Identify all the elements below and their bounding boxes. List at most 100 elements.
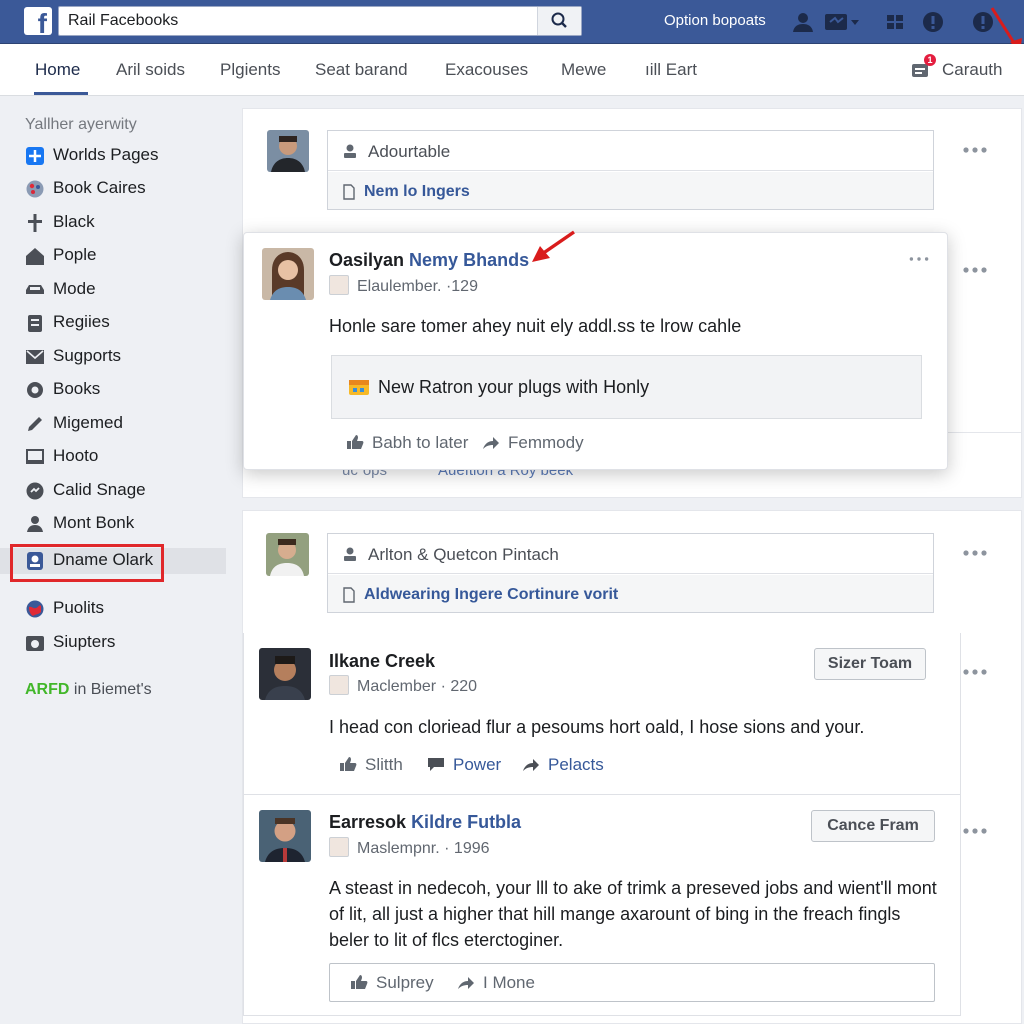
like-button[interactable]: Sulprey: [350, 973, 434, 993]
notifications-button[interactable]: 1 Carauth: [910, 54, 1010, 82]
sidebar-item-label: Books: [53, 379, 101, 398]
more-options-icon[interactable]: [962, 668, 988, 676]
top-link[interactable]: Option bopoats: [664, 12, 766, 29]
tab-seat-barand[interactable]: Seat barand: [315, 60, 408, 80]
grid-icon[interactable]: [883, 10, 907, 34]
sidebar-footer[interactable]: ARFD in Biemet's: [25, 681, 152, 699]
help-icon[interactable]: [921, 10, 945, 34]
avatar[interactable]: [266, 533, 309, 576]
footer-brand: ARFD: [25, 681, 70, 698]
like-button[interactable]: Slitth: [339, 755, 403, 775]
clipboard-icon: [28, 315, 42, 332]
document-icon: [343, 587, 355, 603]
tab-ill-eart[interactable]: ıill Eart: [645, 60, 697, 80]
tab-home[interactable]: Home: [35, 60, 80, 80]
sidebar-item-black[interactable]: Black: [0, 210, 226, 236]
composer-box[interactable]: Adourtable Nem lo Ingers: [327, 130, 934, 210]
sidebar-item-label: Mont Bonk: [53, 513, 135, 532]
sidebar-item-regiies[interactable]: Regiies: [0, 310, 226, 336]
avatar[interactable]: [259, 648, 311, 700]
messages-icon[interactable]: [823, 10, 861, 34]
search-icon: [551, 12, 567, 28]
sidebar-item-label: Calid Snage: [53, 480, 146, 499]
sidebar-item-mode[interactable]: Mode: [0, 277, 226, 303]
sidebar-item-books[interactable]: Books: [0, 377, 226, 403]
more-options-icon[interactable]: [962, 146, 988, 154]
monitor-icon: [26, 449, 44, 464]
footer-text: in Biemet's: [69, 681, 152, 698]
attachment-card[interactable]: New Ratron your plugs with Honly: [331, 355, 922, 419]
composer-placeholder: Adourtable: [368, 142, 451, 161]
composer-option[interactable]: Aldwearing Ingere Cortinure vorit: [328, 575, 933, 612]
sidebar-item-hooto[interactable]: Hooto: [0, 444, 226, 470]
car-icon: [26, 285, 44, 294]
avatar-image: [262, 248, 314, 300]
notifications-label: Carauth: [942, 60, 1003, 79]
facebook-logo[interactable]: f: [24, 7, 52, 35]
tab-exacouses[interactable]: Exacouses: [445, 60, 528, 80]
sidebar-item-dname-olark[interactable]: Dname Olark: [0, 544, 226, 582]
tab-mewe[interactable]: Mewe: [561, 60, 606, 80]
share-icon: [458, 977, 474, 989]
post-card: Oasilyan Nemy Bhands Elaulember. ·129 Ho…: [243, 232, 948, 470]
friends-icon[interactable]: [791, 10, 815, 34]
pencil-icon: [28, 417, 42, 431]
share-button[interactable]: Pelacts: [522, 755, 604, 775]
sidebar-item-puolits[interactable]: Puolits: [0, 596, 226, 622]
flag-icon: [26, 147, 44, 165]
composer-box[interactable]: Arlton & Quetcon Pintach Aldwearing Inge…: [327, 533, 934, 613]
post-author[interactable]: Oasilyan Nemy Bhands: [329, 250, 529, 271]
person-icon: [27, 516, 43, 532]
avatar-image: [266, 533, 309, 576]
sizer-toam-button[interactable]: Sizer Toam: [814, 648, 926, 680]
sidebar-item-book-caires[interactable]: Book Caires: [0, 176, 226, 202]
sidebar-item-mont-bonk[interactable]: Mont Bonk: [0, 511, 226, 537]
cance-fram-button[interactable]: Cance Fram: [811, 810, 935, 842]
author-link[interactable]: Kildre Futbla: [411, 812, 521, 832]
post-timestamp: Maclember · 220: [357, 678, 478, 695]
comment-button[interactable]: Power: [427, 755, 501, 775]
tab-aril-soids[interactable]: Aril soids: [116, 60, 185, 80]
composer-field[interactable]: Adourtable: [328, 131, 933, 171]
search-button[interactable]: [537, 7, 581, 35]
avatar[interactable]: [262, 248, 314, 300]
post-actions-bar: Sulprey I Mone: [329, 963, 935, 1002]
nav-bar: Home Aril soids Plgients Seat barand Exa…: [0, 44, 1024, 96]
search-input[interactable]: [59, 7, 539, 35]
avatar-image: [259, 810, 311, 862]
more-options-icon[interactable]: [962, 266, 988, 274]
sidebar-item-siupters[interactable]: Siupters: [0, 630, 226, 656]
sidebar-item-worlds-pages[interactable]: Worlds Pages: [0, 143, 226, 169]
author-name: Oasilyan: [329, 250, 410, 270]
action-label: I Mone: [483, 973, 535, 992]
avatar[interactable]: [267, 130, 309, 172]
sidebar-item-label: Black: [53, 212, 95, 231]
composer-placeholder: Arlton & Quetcon Pintach: [368, 545, 559, 564]
more-options-icon[interactable]: [908, 255, 930, 263]
person-icon: [344, 547, 356, 561]
sidebar-item-migemed[interactable]: Migemed: [0, 411, 226, 437]
post-author[interactable]: Earresok Kildre Futbla: [329, 812, 521, 833]
composer-field[interactable]: Arlton & Quetcon Pintach: [328, 534, 933, 574]
sidebar-item-calid-snage[interactable]: Calid Snage: [0, 478, 226, 504]
sidebar-item-label: Sugports: [53, 346, 122, 365]
like-button[interactable]: Babh to later: [346, 433, 468, 453]
sidebar-item-sugports[interactable]: Sugports: [0, 344, 226, 370]
more-options-icon[interactable]: [962, 827, 988, 835]
share-button[interactable]: Femmody: [482, 433, 584, 453]
share-button[interactable]: I Mone: [457, 973, 535, 993]
gear-icon: [27, 382, 43, 398]
sidebar-item-label: Dname Olark: [53, 550, 154, 569]
active-tab-indicator: [34, 92, 88, 95]
tab-plgients[interactable]: Plgients: [220, 60, 280, 80]
action-label: Pelacts: [548, 755, 604, 774]
chat-icon: [26, 482, 44, 500]
composer-option[interactable]: Nem lo Ingers: [328, 172, 933, 209]
author-link[interactable]: Nemy Bhands: [409, 250, 529, 270]
avatar[interactable]: [259, 810, 311, 862]
red-arrow-annotation-icon: [532, 230, 575, 262]
more-options-icon[interactable]: [962, 549, 988, 557]
post-author[interactable]: Ilkane Creek: [329, 651, 435, 672]
mini-avatar-icon: [329, 837, 349, 857]
sidebar-item-pople[interactable]: Pople: [0, 243, 226, 269]
